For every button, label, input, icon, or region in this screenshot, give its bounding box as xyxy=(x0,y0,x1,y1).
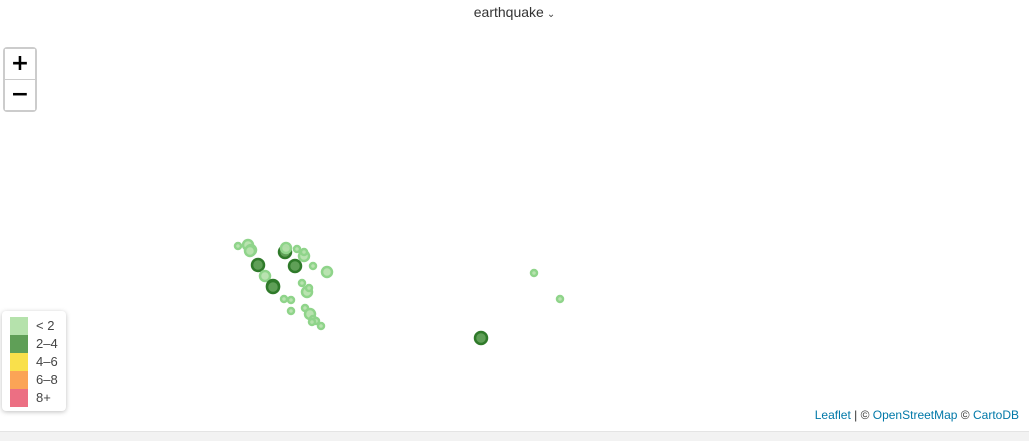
attribution-separator: | © xyxy=(850,408,873,422)
earthquake-marker[interactable] xyxy=(529,268,539,278)
earthquake-marker[interactable] xyxy=(286,295,296,305)
legend-item: 6–8 xyxy=(10,371,66,389)
chevron-down-icon: ⌄ xyxy=(546,9,556,20)
earthquake-marker[interactable] xyxy=(265,279,281,295)
attribution-separator: © xyxy=(957,408,973,422)
earthquake-marker[interactable] xyxy=(243,244,257,258)
earthquake-marker[interactable] xyxy=(308,261,318,271)
earthquake-marker[interactable] xyxy=(555,294,565,304)
earthquake-marker[interactable] xyxy=(286,306,296,316)
earthquake-marker[interactable] xyxy=(473,330,489,346)
legend-swatch xyxy=(10,335,28,353)
zoom-control: + − xyxy=(3,47,37,112)
earthquake-marker[interactable] xyxy=(299,247,309,257)
earthquake-marker[interactable] xyxy=(297,278,307,288)
legend-label: 4–6 xyxy=(36,354,58,369)
legend-swatch xyxy=(10,371,28,389)
legend-label: 2–4 xyxy=(36,336,58,351)
earthquake-markers-layer xyxy=(233,238,565,346)
legend-swatch xyxy=(10,389,28,407)
legend-item: 8+ xyxy=(10,389,66,407)
legend-label: 6–8 xyxy=(36,372,58,387)
earthquake-marker[interactable] xyxy=(233,241,243,251)
legend-swatch xyxy=(10,353,28,371)
earthquake-marker[interactable] xyxy=(250,257,266,273)
map-container[interactable]: + − < 2 2–4 4–6 6–8 8+ Leaflet | © OpenS… xyxy=(0,30,1029,431)
earthquake-marker[interactable] xyxy=(316,321,326,331)
zoom-out-button[interactable]: − xyxy=(5,79,35,110)
earthquake-marker[interactable] xyxy=(287,258,303,274)
magnitude-legend: < 2 2–4 4–6 6–8 8+ xyxy=(2,311,66,411)
legend-swatch xyxy=(10,317,28,335)
map-attribution: Leaflet | © OpenStreetMap © CartoDB xyxy=(814,408,1019,422)
legend-item: < 2 xyxy=(10,317,66,335)
legend-item: 4–6 xyxy=(10,353,66,371)
earthquake-marker[interactable] xyxy=(279,294,289,304)
earthquake-marker[interactable] xyxy=(258,269,272,283)
legend-label: 8+ xyxy=(36,390,51,405)
openstreetmap-link[interactable]: OpenStreetMap xyxy=(873,408,958,422)
earthquake-marker[interactable] xyxy=(304,283,314,293)
cartodb-link[interactable]: CartoDB xyxy=(973,408,1019,422)
earthquake-marker[interactable] xyxy=(279,241,293,255)
earthquake-marker[interactable] xyxy=(320,265,334,279)
legend-item: 2–4 xyxy=(10,335,66,353)
layer-selector-label: earthquake xyxy=(473,4,544,20)
earthquake-marker[interactable] xyxy=(292,244,302,254)
leaflet-link[interactable]: Leaflet xyxy=(815,408,851,422)
layer-selector[interactable]: earthquake ⌄ xyxy=(0,4,1029,20)
legend-label: < 2 xyxy=(36,318,55,333)
zoom-in-button[interactable]: + xyxy=(5,49,35,79)
earthquake-marker[interactable] xyxy=(307,317,317,327)
